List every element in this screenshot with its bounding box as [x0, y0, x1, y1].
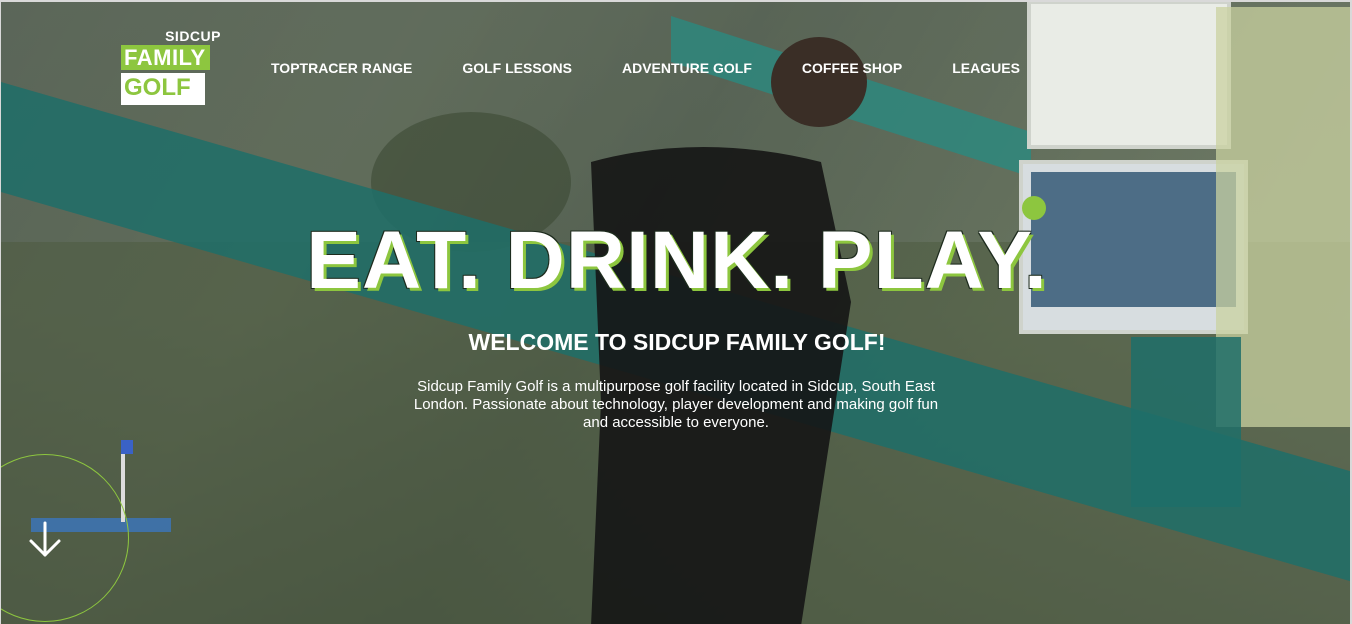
hero-subheading: WELCOME TO SIDCUP FAMILY GOLF! [468, 329, 886, 355]
nav-item-toptracer-range[interactable]: TOPTRACER RANGE [271, 60, 412, 76]
site-logo[interactable]: SIDCUP FAMILY GOLF [121, 28, 221, 108]
nav-item-adventure-golf[interactable]: ADVENTURE GOLF [622, 60, 752, 76]
nav-item-golf-lessons[interactable]: GOLF LESSONS [462, 60, 572, 76]
main-navigation: TOPTRACER RANGE GOLF LESSONS ADVENTURE G… [271, 60, 1070, 76]
nav-item-coffee-shop[interactable]: COFFEE SHOP [802, 60, 902, 76]
arrow-down-icon[interactable] [27, 520, 63, 560]
logo-family-text: FAMILY [121, 45, 210, 70]
logo-golf-text: GOLF [121, 73, 205, 105]
hero-section: SIDCUP FAMILY GOLF TOPTRACER RANGE GOLF … [0, 0, 1352, 624]
nav-item-leagues[interactable]: LEAGUES [952, 60, 1020, 76]
logo-sidcup-text: SIDCUP [165, 28, 221, 44]
hero-intro-text: Sidcup Family Golf is a multipurpose gol… [413, 378, 939, 431]
hero-headline: EAT. DRINK. PLAY. [306, 215, 1048, 306]
